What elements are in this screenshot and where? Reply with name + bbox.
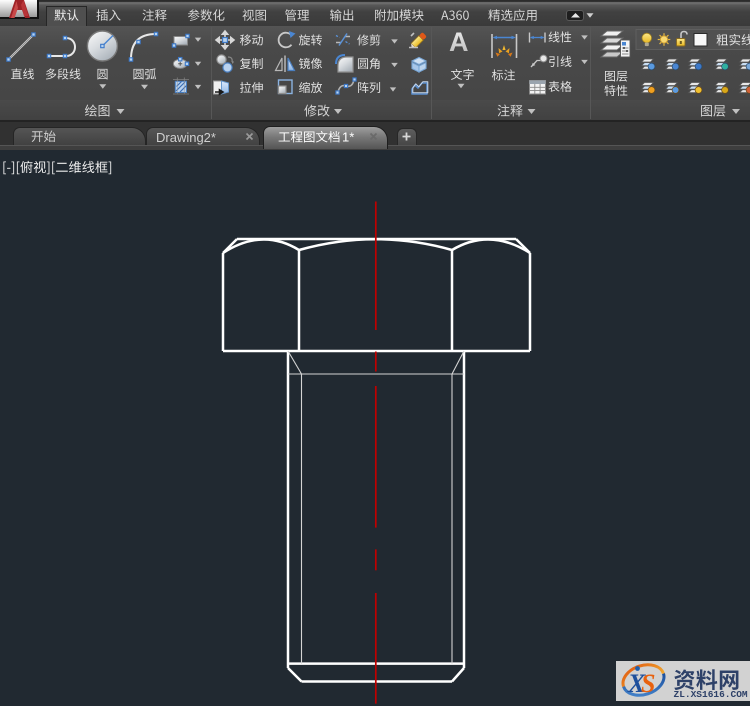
svg-text:1*: 1* [342, 130, 354, 145]
svg-text:S: S [641, 669, 655, 698]
svg-text:ZL.XS1616.COM: ZL.XS1616.COM [674, 689, 748, 700]
svg-text:A: A [449, 27, 469, 57]
